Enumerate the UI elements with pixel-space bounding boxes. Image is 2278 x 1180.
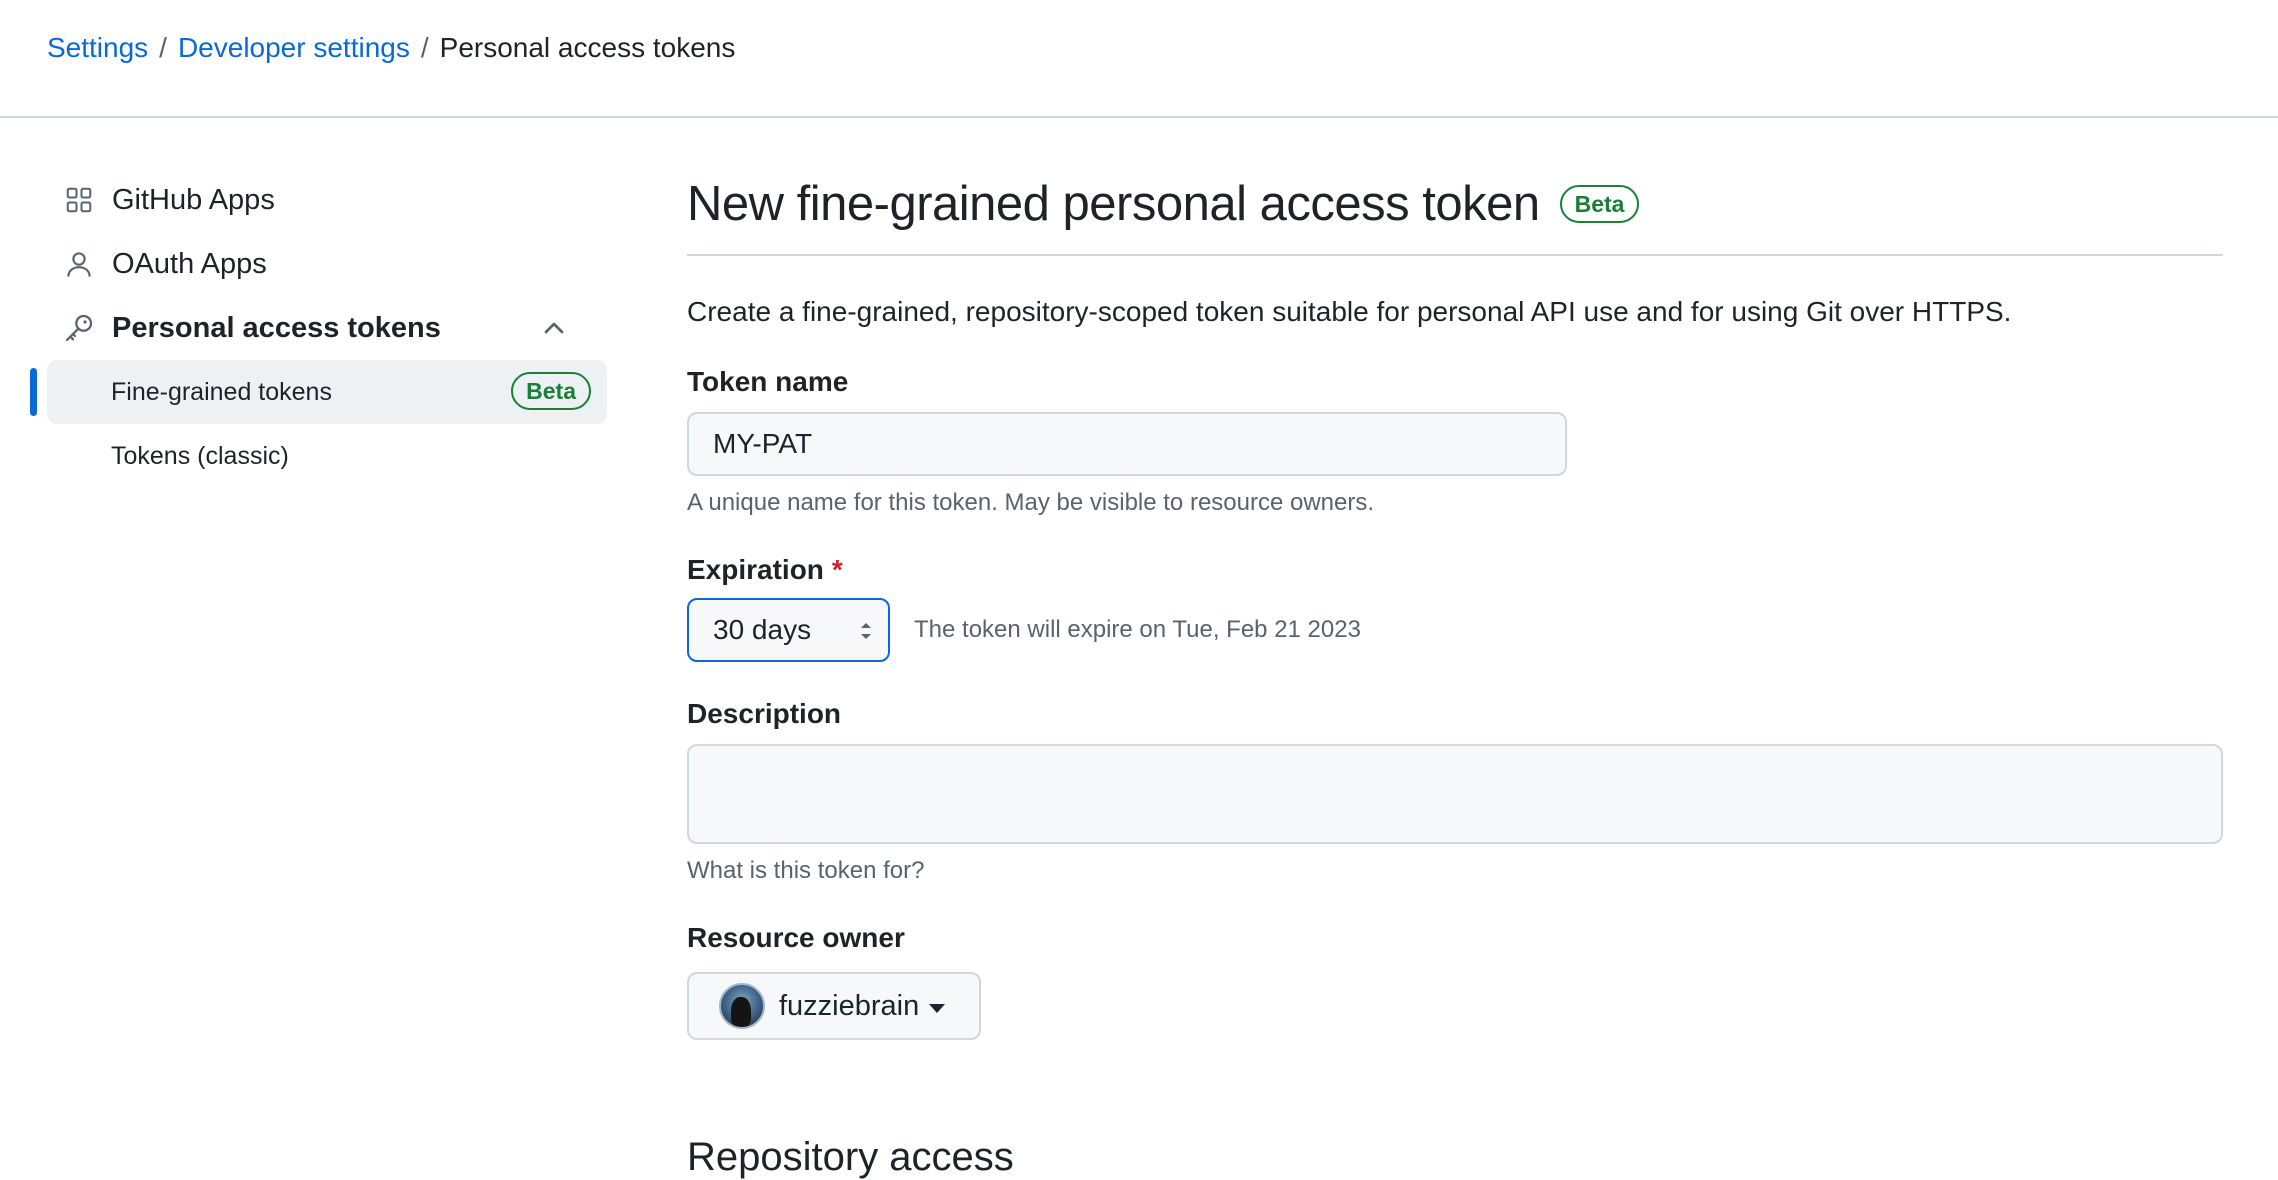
sidebar-item-label: Personal access tokens (112, 311, 441, 344)
resource-owner-value: fuzziebrain (779, 989, 920, 1022)
expiration-label-text: Expiration (687, 554, 824, 585)
description-group: Description What is this token for? (687, 696, 2223, 886)
sidebar-item-label: GitHub Apps (112, 183, 275, 216)
apps-grid-icon (62, 183, 96, 217)
expiration-label: Expiration * (687, 552, 2223, 588)
token-form: New fine-grained personal access token B… (687, 170, 2223, 1040)
token-name-input[interactable] (687, 412, 1567, 476)
key-icon (62, 311, 96, 345)
person-icon (62, 247, 96, 281)
header-bar: Settings / Developer settings / Personal acc… (0, 0, 2278, 118)
sidebar-item-oauth-apps[interactable]: OAuth Apps (30, 232, 590, 296)
expiration-group: Expiration * 30 days The token will expir… (687, 552, 2223, 662)
sidebar-item-label: OAuth Apps (112, 247, 267, 280)
sidebar-item-label: Fine-grained tokens (111, 377, 332, 406)
intro-text: Create a fine-grained, repository-scoped… (687, 296, 2012, 327)
active-indicator (30, 368, 37, 416)
page-header: New fine-grained personal access token B… (687, 170, 2223, 256)
sidebar-item-tokens-classic[interactable]: Tokens (classic) (30, 424, 590, 488)
sidebar-item-fine-grained-tokens[interactable]: Fine-grained tokens Beta (30, 360, 607, 424)
description-hint: What is this token for? (687, 857, 925, 884)
description-textarea[interactable] (687, 744, 2223, 844)
repository-access-heading: Repository access (687, 1135, 1014, 1179)
token-name-hint: A unique name for this token. May be vis… (687, 489, 1375, 516)
caret-down-icon (929, 1003, 946, 1013)
token-name-label: Token name (687, 366, 849, 397)
breadcrumb-separator: / (420, 32, 429, 63)
expiration-select[interactable]: 30 days (687, 598, 890, 662)
page-title: New fine-grained personal access token (687, 177, 1540, 231)
token-name-group: Token name A unique name for this token.… (687, 364, 2223, 518)
resource-owner-label: Resource owner (687, 922, 905, 953)
resource-owner-group: Resource owner fuzziebrain (687, 920, 2223, 1040)
breadcrumb-settings-link[interactable]: Settings (47, 32, 148, 63)
breadcrumb-developer-settings-link[interactable]: Developer settings (178, 32, 410, 63)
required-asterisk: * (831, 554, 843, 585)
expiration-note: The token will expire on Tue, Feb 21 202… (914, 616, 1361, 643)
breadcrumb: Settings / Developer settings / Personal acc… (47, 30, 735, 66)
expiration-row: 30 days The token will expire on Tue, Fe… (687, 598, 2223, 662)
expiration-selected-value: 30 days (713, 614, 812, 645)
beta-badge: Beta (511, 372, 591, 410)
avatar (719, 983, 765, 1029)
beta-badge: Beta (1559, 185, 1640, 223)
sidebar-item-label: Tokens (classic) (111, 441, 289, 470)
sidebar-item-personal-access-tokens[interactable]: Personal access tokens (30, 296, 590, 360)
description-label: Description (687, 698, 842, 729)
settings-sidebar: GitHub Apps OAuth Apps Personal access t… (30, 168, 607, 488)
chevron-up-icon[interactable] (538, 312, 570, 344)
select-arrows-icon (858, 618, 874, 642)
sidebar-item-github-apps[interactable]: GitHub Apps (30, 168, 590, 232)
breadcrumb-separator: / (159, 32, 167, 63)
breadcrumb-current: Personal access tokens (439, 32, 736, 63)
resource-owner-dropdown[interactable]: fuzziebrain (687, 972, 981, 1040)
